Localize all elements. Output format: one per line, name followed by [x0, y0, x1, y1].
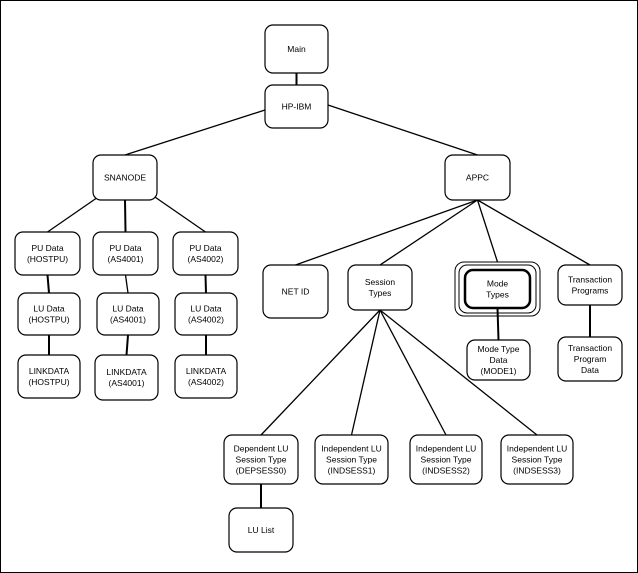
edge-snanode-pu_as1 — [124, 199, 127, 233]
node-appc[interactable]: APPC — [444, 154, 511, 201]
node-label: Mode — [487, 279, 509, 289]
node-label: LU Data — [112, 304, 143, 314]
node-label: (INDSESS3) — [513, 466, 561, 476]
node-label: Session Type — [512, 455, 563, 465]
edge-pu_host-lu_host — [46, 274, 50, 294]
node-lu_as1[interactable]: LU Data(AS4001) — [96, 292, 160, 336]
node-label: Independent LU — [507, 444, 568, 454]
node-label: Types — [486, 290, 509, 300]
edge-appc-tp — [477, 199, 591, 266]
node-label: (INDSESS2) — [422, 466, 470, 476]
node-mode[interactable]: ModeTypes — [454, 261, 541, 317]
edge-session-ind2 — [379, 309, 447, 436]
node-label: (AS4002) — [188, 377, 224, 387]
node-label: LU List — [248, 525, 275, 535]
node-label: (INDSESS1) — [328, 466, 376, 476]
diagram-canvas: Main HP-IBM SNANODE APPC PU Data (HOSTPU) PU D… — [0, 0, 638, 573]
node-label: Main — [287, 44, 306, 54]
edge-session-dep — [260, 309, 381, 436]
node-label: Transaction — [568, 343, 612, 353]
node-label: LINKDATA — [186, 366, 227, 376]
node-label: (DEPSESS0) — [236, 466, 287, 476]
node-ind2[interactable]: Independent LUSession Type(INDSESS2) — [409, 434, 483, 485]
node-label: LINKDATA — [29, 366, 70, 376]
node-label: APPC — [466, 173, 489, 183]
node-label: NET ID — [282, 287, 310, 297]
node-label: SNANODE — [104, 173, 146, 183]
node-lk_as1[interactable]: LINKDATA(AS4001) — [94, 354, 159, 401]
node-lk_as2[interactable]: LINKDATA(AS4002) — [174, 354, 238, 399]
node-pu_host[interactable]: PU Data(HOSTPU) — [14, 231, 81, 276]
node-label: HP-IBM — [282, 102, 312, 112]
node-pu_as2[interactable]: PU Data(AS4002) — [172, 231, 239, 276]
edge-pu_as2-lu_as2 — [204, 274, 207, 294]
node-label: Session Type — [326, 455, 377, 465]
edge-session-ind1 — [350, 309, 381, 436]
node-pu_as1[interactable]: PU Data(AS4001) — [92, 231, 159, 276]
node-dep[interactable]: Dependent LUSession Type(DEPSESS0) — [223, 434, 299, 485]
node-label: Program — [574, 354, 607, 364]
edge-hpibm-appc — [327, 104, 478, 156]
node-lu_as2[interactable]: LU Data(AS4002) — [174, 292, 238, 336]
node-label: (AS4002) — [188, 254, 224, 264]
node-label: (AS4001) — [110, 315, 146, 325]
node-label: Data — [490, 355, 508, 365]
edge-pu_as1-lu_as1 — [124, 274, 129, 294]
node-label: Independent LU — [321, 444, 382, 454]
node-label: PU Data — [189, 243, 221, 253]
node-label: (HOSTPU) — [28, 377, 69, 387]
node-label: Types — [369, 288, 392, 298]
node-netid[interactable]: NET ID — [262, 264, 329, 319]
node-lu_host[interactable]: LU Data(HOSTPU) — [17, 292, 81, 336]
node-main[interactable]: Main — [264, 24, 329, 74]
node-label: (AS4002) — [188, 315, 224, 325]
node-lulist[interactable]: LU List — [228, 507, 294, 553]
edge-hpibm-snanode — [124, 109, 266, 156]
node-label: (AS4001) — [108, 254, 144, 264]
node-hpibm[interactable]: HP-IBM — [264, 84, 329, 129]
node-tp[interactable]: TransactionPrograms — [557, 264, 623, 306]
node-label: Transaction — [568, 275, 612, 285]
edge-snanode-pu_as2 — [151, 194, 206, 233]
edge-appc-netid — [295, 199, 478, 266]
node-label: Independent LU — [416, 444, 477, 454]
node-label: (AS4001) — [109, 378, 145, 388]
node-label: Programs — [572, 286, 609, 296]
node-label: LU Data — [33, 304, 64, 314]
node-label: (MODE1) — [481, 366, 517, 376]
node-modedata[interactable]: Mode TypeData(MODE1) — [466, 339, 531, 381]
node-session[interactable]: SessionTypes — [347, 264, 413, 311]
node-label: Data — [581, 365, 599, 375]
node-ind3[interactable]: Independent LUSession Type(INDSESS3) — [500, 434, 574, 485]
node-label: LINKDATA — [106, 367, 147, 377]
node-label: PU Data — [109, 243, 141, 253]
node-label: Dependent LU — [234, 444, 289, 454]
node-tpdata[interactable]: TransactionProgramData — [557, 336, 623, 382]
node-label: PU Data — [31, 243, 63, 253]
node-label: LU Data — [190, 304, 221, 314]
edge-snanode-pu_host — [47, 194, 102, 233]
node-label: Session — [365, 277, 396, 287]
node-label: (HOSTPU) — [27, 254, 68, 264]
tree-diagram: MainHP-IBMSNANODE APPCPU Data(HOSTPU)PU D… — [0, 0, 638, 573]
node-ind1[interactable]: Independent LUSession Type(INDSESS1) — [314, 434, 389, 485]
edge-appc-session — [379, 199, 478, 266]
node-lk_host[interactable]: LINKDATA(HOSTPU) — [17, 354, 81, 399]
node-label: Session Type — [236, 455, 287, 465]
edge-lu_as1-lk_as1 — [125, 334, 129, 356]
node-label: Mode Type — [478, 344, 520, 354]
node-snanode[interactable]: SNANODE — [92, 154, 158, 201]
node-label: (HOSTPU) — [28, 315, 69, 325]
node-label: Session Type — [421, 455, 472, 465]
